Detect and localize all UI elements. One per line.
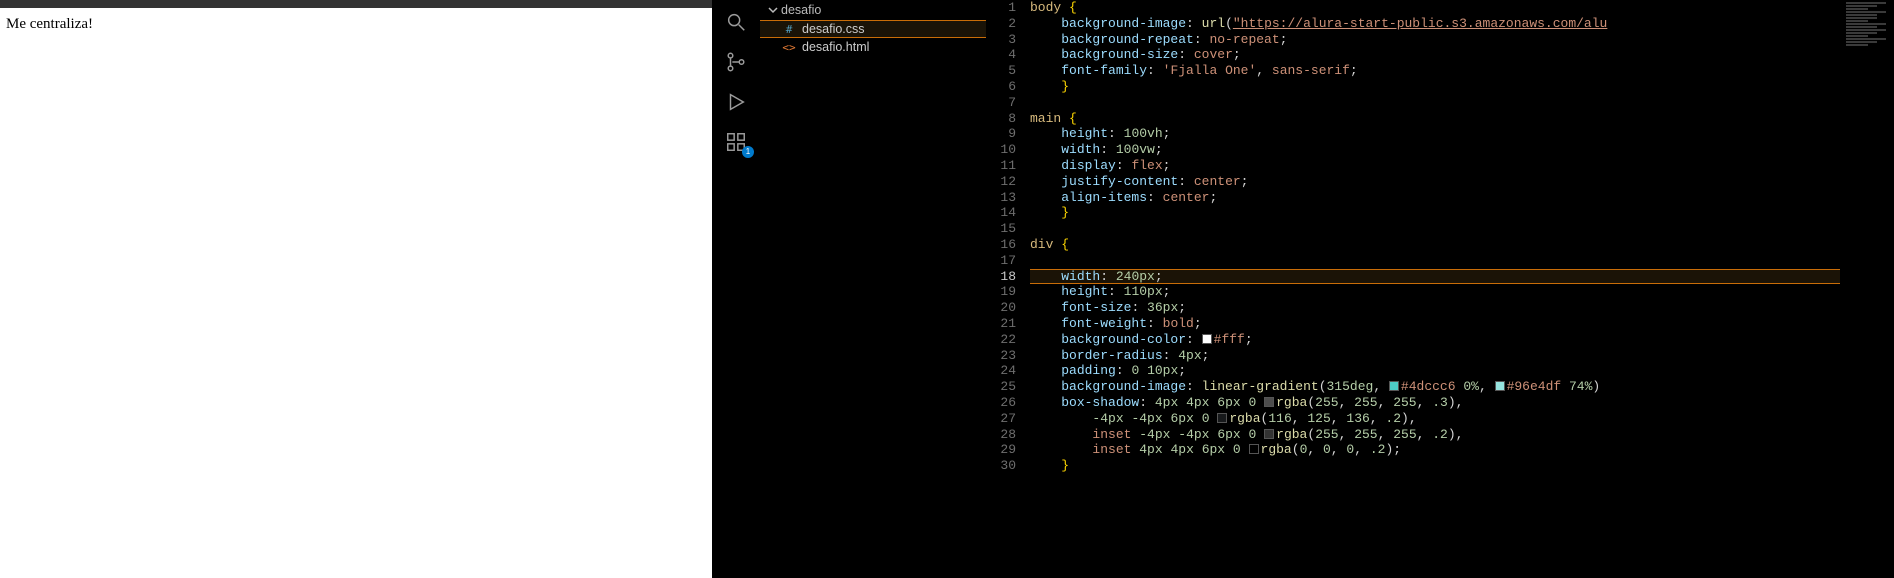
chevron-down-icon — [768, 5, 778, 15]
code-editor[interactable]: 1234567891011121314151617181920212223242… — [986, 0, 1894, 578]
code-line-11[interactable]: display: flex; — [1030, 158, 1894, 174]
code-line-18[interactable]: width: 240px; — [1030, 269, 1894, 285]
activity-bar: 1 — [712, 0, 760, 578]
code-line-1[interactable]: body { — [1030, 0, 1894, 16]
browser-chrome-strip — [0, 0, 712, 8]
html-file-icon: <> — [782, 41, 796, 54]
code-line-15[interactable] — [1030, 221, 1894, 237]
file-label: desafio.css — [802, 22, 865, 36]
code-line-28[interactable]: inset -4px -4px 6px 0 rgba(255, 255, 255… — [1030, 427, 1894, 443]
source-control-icon[interactable] — [712, 42, 760, 82]
code-line-3[interactable]: background-repeat: no-repeat; — [1030, 32, 1894, 48]
css-file-icon: # — [782, 23, 796, 36]
code-line-17[interactable] — [1030, 253, 1894, 269]
code-line-4[interactable]: background-size: cover; — [1030, 47, 1894, 63]
folder-desafio[interactable]: desafio — [760, 0, 986, 20]
code-line-29[interactable]: inset 4px 4px 6px 0 rgba(0, 0, 0, .2); — [1030, 442, 1894, 458]
minimap[interactable] — [1840, 0, 1894, 578]
code-line-27[interactable]: -4px -4px 6px 0 rgba(116, 125, 136, .2), — [1030, 411, 1894, 427]
code-line-24[interactable]: padding: 0 10px; — [1030, 363, 1894, 379]
explorer-panel: desafio # desafio.css <> desafio.html — [760, 0, 986, 578]
file-desafio-html[interactable]: <> desafio.html — [760, 38, 986, 56]
code-line-14[interactable]: } — [1030, 205, 1894, 221]
search-icon[interactable] — [712, 2, 760, 42]
browser-preview-pane: Me centraliza! — [0, 0, 712, 578]
code-area[interactable]: body { background-image: url("https://al… — [1030, 0, 1894, 578]
code-line-8[interactable]: main { — [1030, 111, 1894, 127]
code-line-5[interactable]: font-family: 'Fjalla One', sans-serif; — [1030, 63, 1894, 79]
code-line-20[interactable]: font-size: 36px; — [1030, 300, 1894, 316]
browser-page-body: Me centraliza! — [0, 8, 712, 578]
code-line-9[interactable]: height: 100vh; — [1030, 126, 1894, 142]
extensions-icon[interactable]: 1 — [712, 122, 760, 162]
file-desafio-css[interactable]: # desafio.css — [760, 20, 986, 38]
code-line-21[interactable]: font-weight: bold; — [1030, 316, 1894, 332]
code-line-16[interactable]: div { — [1030, 237, 1894, 253]
file-label: desafio.html — [802, 40, 869, 54]
code-line-10[interactable]: width: 100vw; — [1030, 142, 1894, 158]
code-line-12[interactable]: justify-content: center; — [1030, 174, 1894, 190]
code-line-6[interactable]: } — [1030, 79, 1894, 95]
code-line-7[interactable] — [1030, 95, 1894, 111]
code-line-30[interactable]: } — [1030, 458, 1894, 474]
code-line-13[interactable]: align-items: center; — [1030, 190, 1894, 206]
code-line-2[interactable]: background-image: url("https://alura-sta… — [1030, 16, 1894, 32]
code-line-22[interactable]: background-color: #fff; — [1030, 332, 1894, 348]
line-number-gutter: 1234567891011121314151617181920212223242… — [986, 0, 1030, 578]
code-line-23[interactable]: border-radius: 4px; — [1030, 348, 1894, 364]
extensions-badge: 1 — [742, 146, 754, 158]
code-line-19[interactable]: height: 110px; — [1030, 284, 1894, 300]
code-line-26[interactable]: box-shadow: 4px 4px 6px 0 rgba(255, 255,… — [1030, 395, 1894, 411]
run-debug-icon[interactable] — [712, 82, 760, 122]
page-text: Me centraliza! — [6, 16, 93, 32]
code-line-25[interactable]: background-image: linear-gradient(315deg… — [1030, 379, 1894, 395]
folder-label: desafio — [781, 3, 821, 17]
file-list: # desafio.css <> desafio.html — [760, 20, 986, 56]
